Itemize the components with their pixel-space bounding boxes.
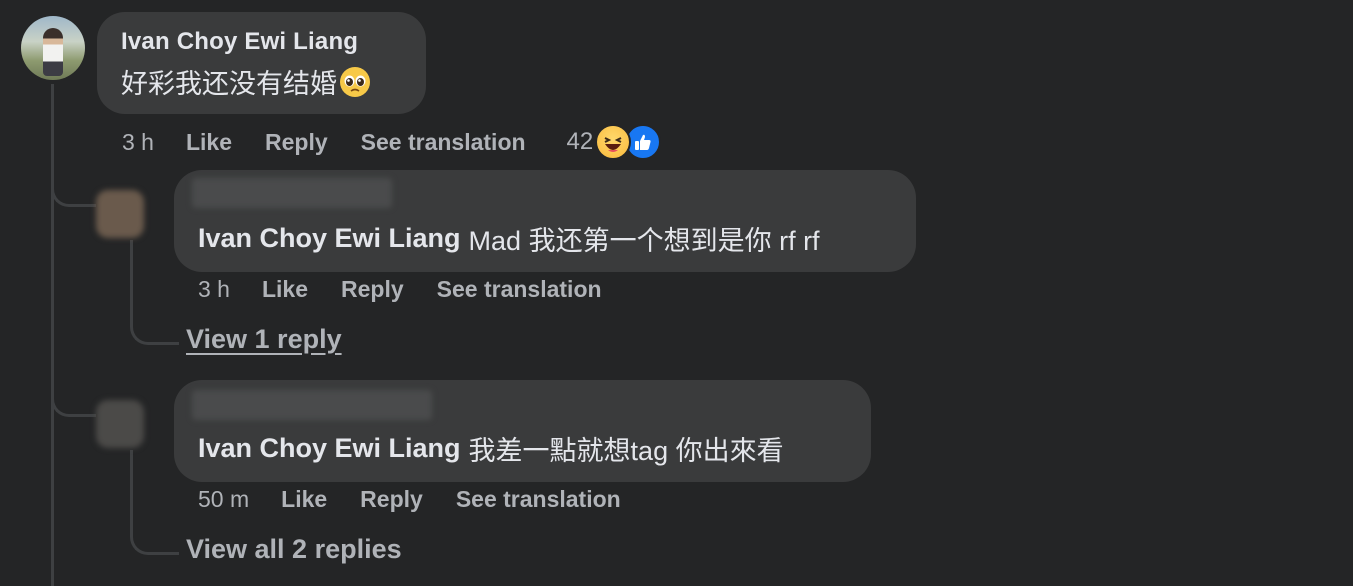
like-button[interactable]: Like [186,129,232,156]
reply-2-actions: 50 m Like Reply See translation [198,486,654,513]
reply-1-reply-button[interactable]: Reply [341,276,404,303]
reply-1-tagged-name[interactable]: Ivan Choy Ewi Liang [198,223,461,254]
avatar[interactable] [21,16,85,80]
comment-thread: Ivan Choy Ewi Liang 好彩我还没有结婚 3 h Like Re… [0,0,1353,586]
reply-2-tagged-name[interactable]: Ivan Choy Ewi Liang [198,433,461,464]
view-replies-link[interactable]: View 1 reply [186,324,342,355]
comment-timestamp[interactable]: 3 h [122,129,154,156]
avatar-person-figure [43,28,63,76]
reply-2-avatar[interactable] [96,400,144,448]
see-translation-button[interactable]: See translation [361,129,526,156]
reply-2-like-button[interactable]: Like [281,486,327,513]
comment-text: 好彩我还没有结婚 [121,69,337,99]
comment-text-row: 好彩我还没有结婚 [121,62,402,101]
thread-connector-view-2 [130,510,179,555]
reply-button[interactable]: Reply [265,129,328,156]
thread-connector-reply-2 [51,380,96,417]
haha-icon [595,124,632,160]
reply-2-timestamp[interactable]: 50 m [198,486,249,513]
reply-1-timestamp[interactable]: 3 h [198,276,230,303]
thread-connector-reply-1 [51,170,96,207]
reply-1-like-button[interactable]: Like [262,276,308,303]
reply-2-see-translation-button[interactable]: See translation [456,486,621,513]
reply-1-text: Mad 我还第一个想到是你 rf rf [468,225,820,256]
thread-connector-view-1 [130,300,179,345]
reply-2-text: 我差一點就想tag 你出來看 [468,435,784,466]
thread-line-main [51,84,54,586]
reply-1-avatar[interactable] [96,190,144,238]
comment-author[interactable]: Ivan Choy Ewi Liang [121,28,402,56]
reaction-summary[interactable]: 42 [567,124,662,160]
reply-2-author-redacted [192,390,432,420]
reply-1-author-redacted [192,178,392,208]
comment-bubble: Ivan Choy Ewi Liang 好彩我还没有结婚 [97,12,426,114]
comment-actions: 3 h Like Reply See translation 42 [122,124,662,160]
reply-1-actions: 3 h Like Reply See translation [198,276,635,303]
reaction-count: 42 [566,128,594,155]
view-all-replies-link[interactable]: View all 2 replies [186,534,402,565]
reply-1-see-translation-button[interactable]: See translation [437,276,602,303]
reply-2-reply-button[interactable]: Reply [360,486,423,513]
pleading-face-icon [340,66,370,97]
